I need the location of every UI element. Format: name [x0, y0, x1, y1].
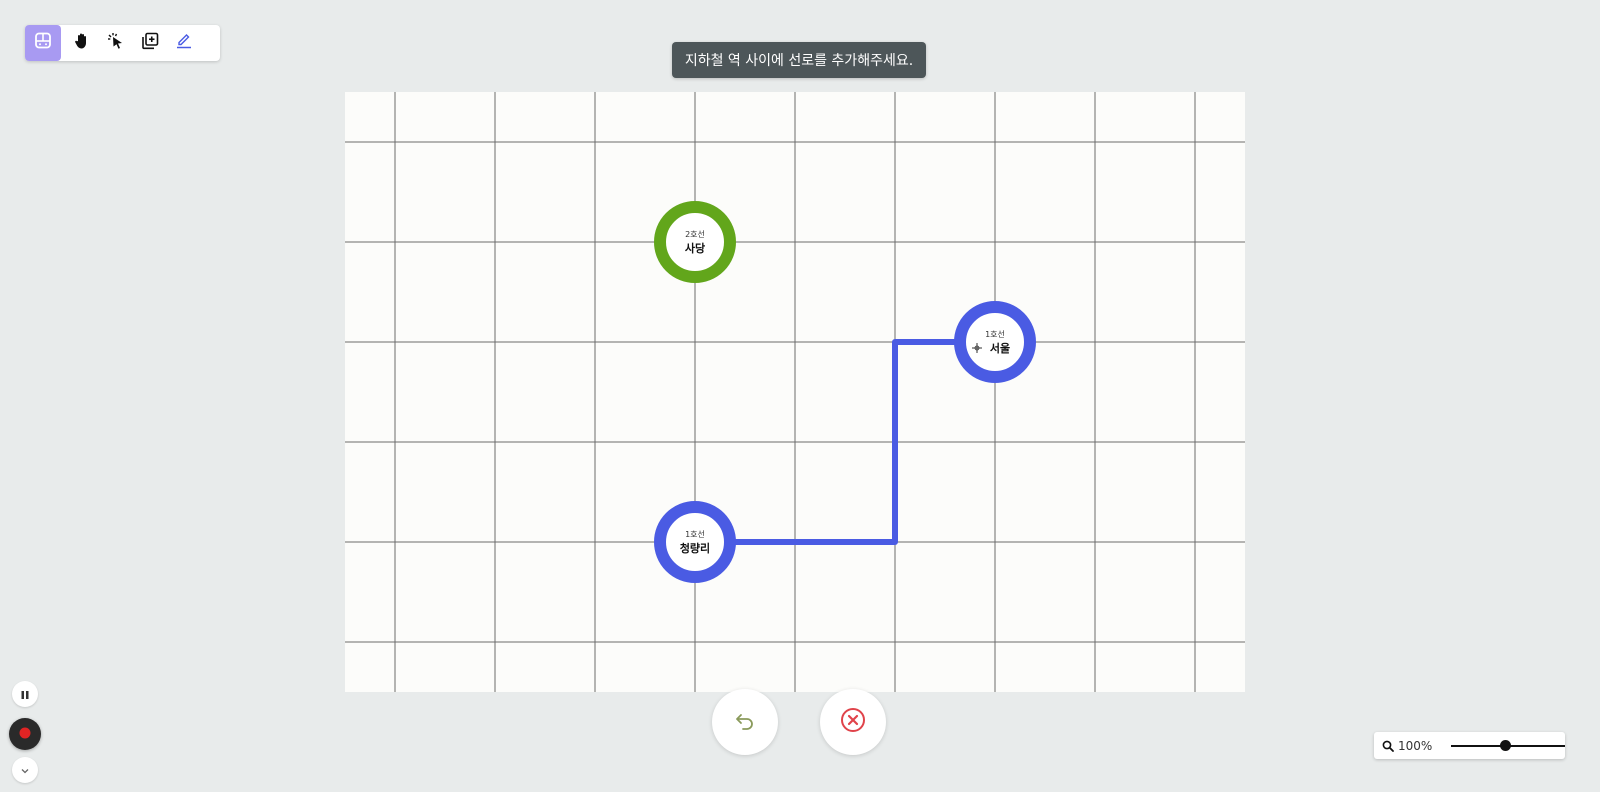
undo-button[interactable] — [712, 689, 778, 755]
pointer-sparkle-icon — [107, 32, 125, 54]
station-seoul[interactable]: 1호선 서울 — [954, 301, 1036, 383]
pause-icon — [20, 685, 30, 704]
station-name: 사당 — [685, 241, 705, 255]
instruction-text: 지하철 역 사이에 선로를 추가해주세요. — [684, 53, 914, 69]
zoom-control: 100% — [1374, 732, 1565, 759]
station-sadang[interactable]: 2호선 사당 — [654, 201, 736, 283]
tool-palette — [25, 25, 220, 61]
magnifier-icon — [1382, 740, 1394, 752]
station-name: 서울 — [990, 341, 1010, 355]
record-button[interactable] — [9, 718, 41, 750]
grid-board: 2호선 사당 1호선 서울 1호선 청량리 — [345, 92, 1245, 692]
zoom-level-label: 100% — [1398, 738, 1433, 753]
zoom-slider-thumb[interactable] — [1500, 739, 1512, 751]
add-layer-icon — [141, 32, 159, 54]
zoom-slider[interactable] — [1451, 739, 1565, 751]
record-icon — [18, 725, 32, 744]
subway-icon — [34, 32, 52, 54]
chevron-down-icon — [20, 761, 30, 780]
station-cheongnyangni[interactable]: 1호선 청량리 — [654, 501, 736, 583]
station-line-label: 1호선 — [685, 530, 705, 539]
station-line-label: 1호선 — [985, 330, 1005, 339]
tool-pen[interactable] — [167, 25, 201, 61]
hand-icon — [73, 32, 91, 54]
instruction-tooltip: 지하철 역 사이에 선로를 추가해주세요. — [672, 42, 926, 78]
pause-button[interactable] — [12, 681, 38, 707]
station-line-label: 2호선 — [685, 230, 705, 239]
tool-add-layer[interactable] — [133, 25, 167, 61]
tool-hand[interactable] — [65, 25, 99, 61]
collapse-button[interactable] — [12, 757, 38, 783]
grid — [345, 92, 1245, 692]
map-canvas[interactable]: 2호선 사당 1호선 서울 1호선 청량리 — [345, 92, 1245, 692]
station-name: 청량리 — [680, 541, 710, 555]
pen-icon — [175, 32, 193, 54]
tool-select[interactable] — [99, 25, 133, 61]
close-circle-icon — [840, 707, 866, 737]
tool-subway[interactable] — [25, 25, 61, 61]
cancel-button[interactable] — [820, 689, 886, 755]
undo-arrow-icon — [734, 709, 756, 735]
